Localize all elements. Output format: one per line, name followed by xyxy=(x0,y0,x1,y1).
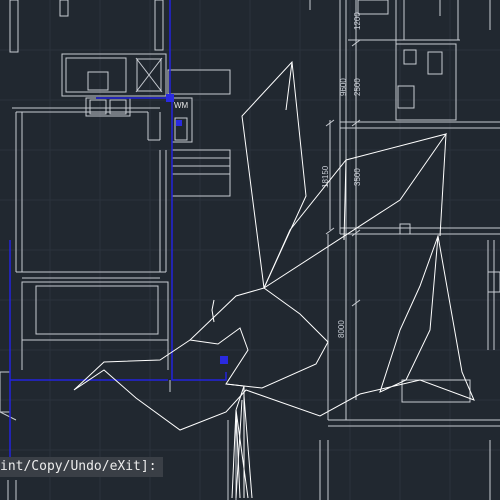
washing-machine-label: WM xyxy=(174,101,189,110)
grip-point xyxy=(166,94,174,102)
command-line-text: int/Copy/Undo/eXit]: xyxy=(0,459,157,474)
dim-label-2500: 2500 xyxy=(353,78,362,96)
dim-label-1200: 1200 xyxy=(353,12,362,30)
freehand-sketch[interactable] xyxy=(73,60,475,499)
grip-point xyxy=(220,356,228,364)
background-grid xyxy=(0,0,500,500)
highlighted-polyline[interactable] xyxy=(9,0,227,460)
grip-point xyxy=(176,120,182,126)
dim-label-9600: 9600 xyxy=(339,78,348,96)
drawing-canvas[interactable]: 1200 9600 2500 18150 3500 8000 WM xyxy=(0,0,500,500)
dim-label-8000: 8000 xyxy=(337,320,346,338)
command-line-prompt[interactable]: int/Copy/Undo/eXit]: xyxy=(0,457,163,477)
dim-label-18150: 18150 xyxy=(321,165,330,188)
dim-label-3500: 3500 xyxy=(353,168,362,186)
